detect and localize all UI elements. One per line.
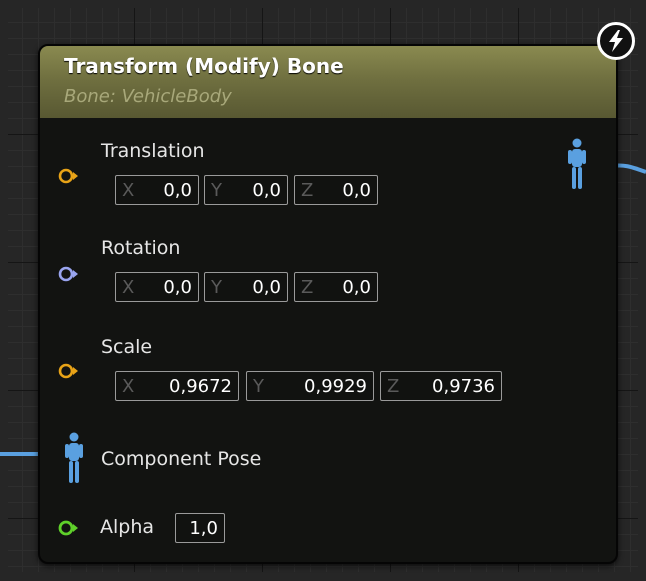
axis-label-z: Z (387, 376, 400, 397)
scale-y-field[interactable]: Y 0,9929 (246, 371, 374, 401)
alpha-pin-icon[interactable] (58, 519, 80, 537)
scale-z-field[interactable]: Z 0,9736 (380, 371, 502, 401)
lightning-bolt-icon (597, 22, 635, 60)
scale-x-value: 0,9672 (169, 376, 232, 397)
translation-y-field[interactable]: Y 0,0 (204, 175, 288, 205)
alpha-field[interactable]: 1,0 (175, 513, 225, 543)
axis-label-y: Y (253, 376, 264, 397)
translation-label: Translation (101, 140, 205, 162)
alpha-label: Alpha (100, 516, 155, 538)
scale-label: Scale (101, 336, 153, 358)
rotation-label: Rotation (101, 237, 181, 259)
axis-label-x: X (122, 277, 135, 298)
translation-z-value: 0,0 (342, 180, 371, 201)
node-header[interactable]: Transform (Modify) Bone Bone: VehicleBod… (40, 46, 616, 118)
rotation-y-value: 0,0 (252, 277, 281, 298)
axis-label-z: Z (301, 277, 314, 298)
axis-label-y: Y (211, 277, 222, 298)
translation-x-value: 0,0 (163, 180, 192, 201)
component-pose-label: Component Pose (101, 448, 262, 470)
rotation-pin-icon[interactable] (58, 265, 78, 283)
axis-label-y: Y (211, 180, 222, 201)
transform-modify-bone-node[interactable]: Transform (Modify) Bone Bone: VehicleBod… (38, 44, 618, 564)
rotation-x-field[interactable]: X 0,0 (115, 272, 199, 302)
rotation-y-field[interactable]: Y 0,0 (204, 272, 288, 302)
component-pose-pin-icon[interactable] (65, 432, 83, 484)
rotation-z-field[interactable]: Z 0,0 (294, 272, 378, 302)
translation-pin-icon[interactable] (58, 167, 78, 185)
scale-pin-icon[interactable] (58, 362, 78, 380)
scale-x-field[interactable]: X 0,9672 (115, 371, 239, 401)
translation-z-field[interactable]: Z 0,0 (294, 175, 378, 205)
translation-y-value: 0,0 (252, 180, 281, 201)
node-title: Transform (Modify) Bone (64, 54, 344, 78)
rotation-x-value: 0,0 (163, 277, 192, 298)
translation-x-field[interactable]: X 0,0 (115, 175, 199, 205)
axis-label-x: X (122, 376, 135, 397)
scale-z-value: 0,9736 (432, 376, 495, 397)
alpha-value: 1,0 (189, 518, 218, 539)
axis-label-z: Z (301, 180, 314, 201)
output-pose-pin-icon[interactable] (568, 138, 586, 190)
scale-y-value: 0,9929 (304, 376, 367, 397)
rotation-z-value: 0,0 (342, 277, 371, 298)
axis-label-x: X (122, 180, 135, 201)
node-subtitle: Bone: VehicleBody (64, 86, 232, 107)
